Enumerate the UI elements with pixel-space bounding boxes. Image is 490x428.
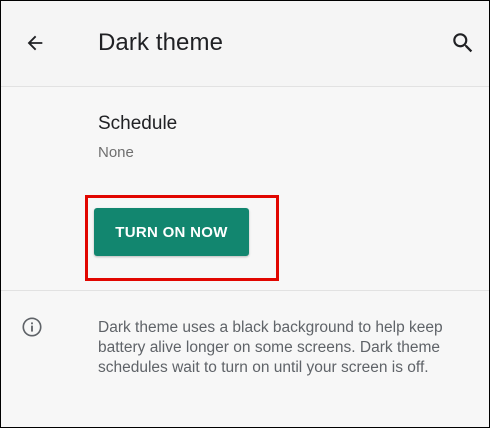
divider	[1, 290, 489, 291]
arrow-left-icon	[27, 35, 43, 51]
schedule-title: Schedule	[98, 113, 178, 134]
settings-content: Schedule None TURN ON NOW Dark theme use…	[1, 87, 489, 427]
app-bar: Dark theme	[1, 1, 489, 87]
page-title: Dark theme	[98, 29, 224, 56]
turn-on-now-button[interactable]: TURN ON NOW	[94, 208, 249, 256]
search-button[interactable]	[443, 23, 483, 63]
schedule-setting[interactable]: Schedule None	[1, 87, 489, 175]
search-icon	[453, 33, 473, 53]
info-circle-icon	[22, 317, 42, 337]
back-button[interactable]	[15, 23, 55, 63]
info-description: Dark theme uses a black background to he…	[98, 319, 443, 376]
settings-screen: Dark theme Schedule None TURN ON NOW Dar…	[0, 0, 490, 428]
schedule-value: None	[98, 144, 134, 161]
